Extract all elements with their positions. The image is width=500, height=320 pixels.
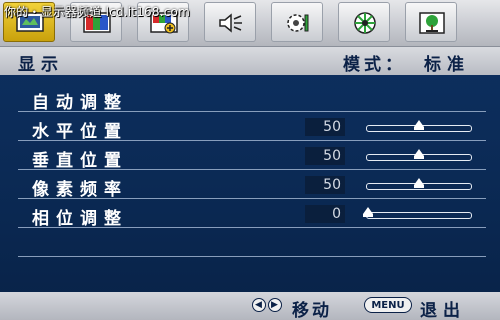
row-divider [18, 198, 486, 199]
menu-item-auto-adjust[interactable]: 自动调整 [0, 84, 500, 113]
tab-eco[interactable] [405, 2, 457, 42]
row-divider [18, 169, 486, 170]
menu-button[interactable]: MENU [364, 297, 412, 313]
menu-item-label: 水平位置 [32, 122, 128, 142]
menu-item-label: 像素频率 [32, 180, 128, 200]
value-display: 0 [305, 205, 345, 223]
menu-item-v-position[interactable]: 垂直位置 50 [0, 142, 500, 171]
row-divider [18, 111, 486, 112]
osd-window: 你的・显示器频道 lcd.it168.com 显示 模式： 标准 自动调整 水平… [0, 0, 500, 320]
row-divider [18, 227, 486, 228]
slider-thumb-base [414, 185, 424, 188]
menu-item-label: 相位调整 [32, 209, 128, 229]
slider-thumb[interactable] [414, 178, 424, 185]
move-hint: 移动 [292, 301, 332, 320]
row-divider [18, 140, 486, 141]
row-divider [18, 256, 486, 257]
menu-item-pixel-clock[interactable]: 像素频率 50 [0, 171, 500, 200]
menu-item-label: 垂直位置 [32, 151, 128, 171]
slider-thumb[interactable] [414, 149, 424, 156]
watermark: 你的・显示器频道 lcd.it168.com [4, 5, 190, 19]
tab-setup[interactable] [338, 2, 390, 42]
left-arrow-icon: ◀ [252, 298, 266, 312]
gear-icon [287, 14, 309, 32]
menu-item-phase[interactable]: 相位调整 0 [0, 200, 500, 229]
slider-thumb[interactable] [363, 207, 373, 214]
menu-item-h-position[interactable]: 水平位置 50 [0, 113, 500, 142]
mode-value: 标准 [424, 55, 470, 75]
tab-bar: 你的・显示器频道 lcd.it168.com [0, 0, 500, 48]
slider-thumb[interactable] [414, 120, 424, 127]
right-arrow-icon: ▶ [268, 298, 282, 312]
slider-thumb-base [414, 156, 424, 159]
speaker-icon [219, 13, 242, 33]
value-display: 50 [305, 147, 345, 165]
slider-thumb-base [414, 127, 424, 130]
setup-icon [354, 12, 376, 34]
footer-bar: ◀ ▶ 移动 MENU 退出 [0, 292, 500, 320]
value-display: 50 [305, 118, 345, 136]
eco-tree-icon [419, 12, 445, 34]
tab-system[interactable] [271, 2, 323, 42]
tab-audio[interactable] [204, 2, 256, 42]
section-header: 显示 模式： 标准 [0, 47, 500, 75]
exit-hint: 退出 [420, 301, 466, 320]
slider-thumb-base [363, 214, 373, 217]
phase-slider[interactable] [366, 212, 472, 219]
menu-empty-row [0, 229, 500, 257]
mode-label: 模式： [343, 55, 406, 75]
menu-item-label: 自动调整 [32, 93, 128, 113]
section-title: 显示 [18, 55, 64, 75]
value-display: 50 [305, 176, 345, 194]
